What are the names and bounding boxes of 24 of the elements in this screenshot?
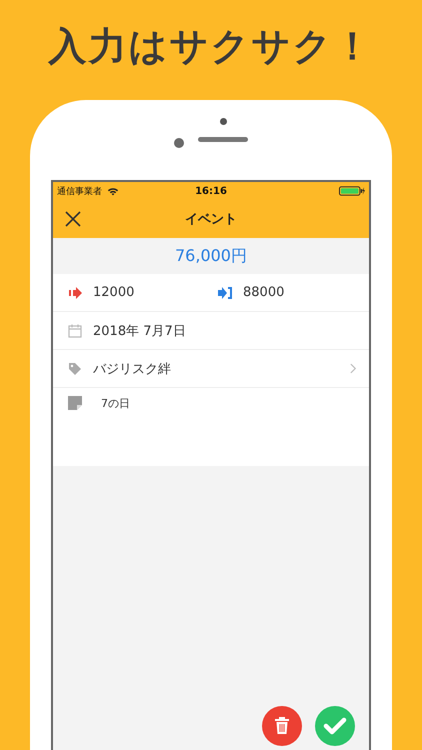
enter-arrow-icon	[218, 286, 232, 298]
exit-arrow-icon	[68, 286, 82, 298]
date-value[interactable]: 2018年 7月7日	[93, 322, 186, 340]
sensor-dot	[220, 118, 226, 125]
carrier-name: 通信事業者	[57, 186, 102, 198]
expense-amount[interactable]: 12000	[93, 285, 134, 300]
trash-icon[interactable]	[262, 706, 302, 746]
chevron-right-icon	[350, 363, 357, 374]
checkmark-icon[interactable]	[315, 706, 355, 746]
tag-value[interactable]: バジリスク絆	[93, 360, 339, 378]
speaker-slot	[198, 137, 248, 142]
memo-value[interactable]: 7の日	[93, 396, 130, 411]
nav-title: イベント	[184, 211, 238, 228]
income-amount[interactable]: 88000	[243, 285, 284, 300]
wifi-icon	[107, 186, 119, 196]
camera-dot	[174, 138, 184, 148]
battery-icon	[339, 186, 365, 196]
headline: 入力はサクサク！	[48, 22, 374, 70]
calendar-icon	[68, 324, 82, 338]
tag-icon	[68, 362, 82, 376]
status-time: 16:16	[195, 186, 227, 196]
note-icon	[68, 396, 82, 410]
close-icon[interactable]	[65, 211, 81, 227]
total-amount: 76,000円	[174, 244, 248, 266]
